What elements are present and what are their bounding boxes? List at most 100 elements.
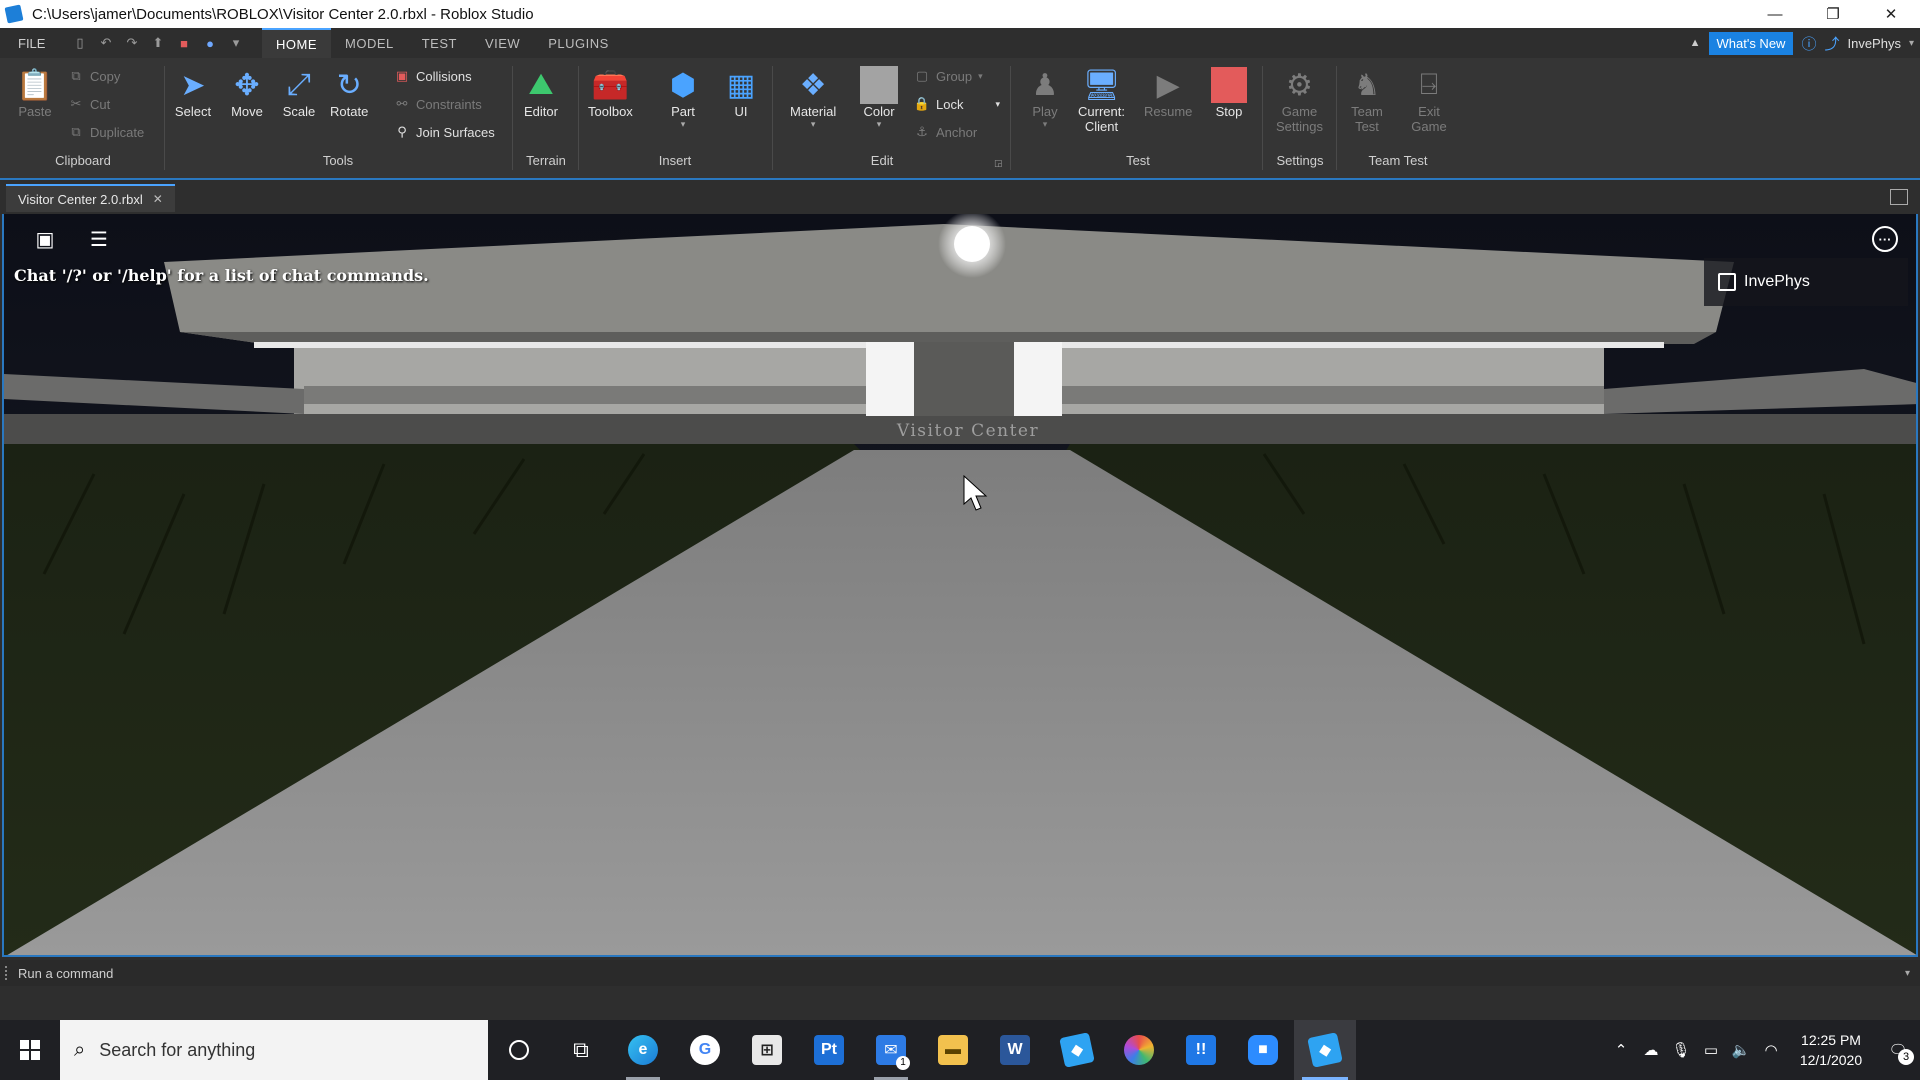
taskbar-search[interactable]: ⌕ Search for anything xyxy=(60,1020,488,1080)
player-list[interactable]: InvePhys xyxy=(1704,258,1908,306)
whats-new-button[interactable]: What's New xyxy=(1708,31,1794,55)
user-dropdown-icon[interactable]: ▾ xyxy=(1909,38,1914,49)
taskbar-mail[interactable]: ✉ 1 xyxy=(860,1020,922,1080)
join-surfaces-toggle[interactable]: ⚲ Join Surfaces xyxy=(394,124,495,140)
edit-settings-expand-icon[interactable]: ◲ xyxy=(994,158,1003,169)
scale-tool-button[interactable]: ⤢ Scale xyxy=(280,66,318,119)
taskbar-roblox-studio-active[interactable]: ◆ xyxy=(1294,1020,1356,1080)
select-cursor-icon: ➤ xyxy=(180,68,206,102)
user-menu[interactable]: InvePhys xyxy=(1847,36,1900,51)
taskbar-word[interactable]: W xyxy=(984,1020,1046,1080)
taskbar-chrome[interactable]: G xyxy=(674,1020,736,1080)
stop-button[interactable]: Stop xyxy=(1210,66,1248,119)
clock[interactable]: 12:25 PM 12/1/2020 xyxy=(1786,1030,1876,1070)
anchor-button[interactable]: ⚓ Anchor xyxy=(914,124,977,140)
more-options-button[interactable]: ··· xyxy=(1872,226,1898,252)
copy-button[interactable]: ⧉ Copy xyxy=(68,68,120,84)
help-icon[interactable]: ⓘ xyxy=(1801,33,1816,54)
taskbar-app-blue[interactable]: !! xyxy=(1170,1020,1232,1080)
onedrive-cloud-icon[interactable]: ☁ xyxy=(1636,1041,1666,1059)
terrain-editor-button[interactable]: ⛰ Editor xyxy=(522,66,560,119)
minimize-button[interactable]: — xyxy=(1746,0,1804,28)
tab-home[interactable]: HOME xyxy=(262,28,331,58)
team-create-icon[interactable]: ● xyxy=(202,35,218,51)
toolbox-button[interactable]: 🧰 Toolbox xyxy=(588,66,633,120)
ui-button[interactable]: ▦ UI xyxy=(722,66,760,120)
start-button[interactable] xyxy=(0,1020,60,1080)
stop-quick-icon[interactable]: ■ xyxy=(176,35,192,51)
rotate-tool-button[interactable]: ↻ Rotate xyxy=(330,66,368,120)
document-tab[interactable]: Visitor Center 2.0.rbxl ✕ xyxy=(6,184,175,212)
part-button[interactable]: ⬢ Part ▾ xyxy=(664,66,702,130)
roblox-menu-icon[interactable]: ▣ xyxy=(30,224,60,254)
ribbon-separator xyxy=(1336,66,1337,170)
lock-button[interactable]: 🔒 Lock ▾ xyxy=(914,96,1000,112)
command-bar[interactable]: Run a command ▾ xyxy=(0,960,1920,986)
group-button[interactable]: ▢ Group ▾ xyxy=(914,68,983,84)
play-button[interactable]: ♟ Play ▾ xyxy=(1026,66,1064,130)
play-figure-icon: ♟ xyxy=(1031,68,1059,102)
cut-icon: ✂ xyxy=(70,96,82,111)
material-dropdown-icon[interactable]: ▾ xyxy=(811,119,816,130)
undo-icon[interactable]: ↶ xyxy=(98,35,114,51)
taskbar-pt[interactable]: Pt xyxy=(798,1020,860,1080)
command-input[interactable]: Run a command xyxy=(18,966,113,981)
tab-plugins[interactable]: PLUGINS xyxy=(534,28,623,58)
battery-icon[interactable]: ▭ xyxy=(1696,1041,1726,1059)
tab-view[interactable]: VIEW xyxy=(471,28,534,58)
taskbar-zoom[interactable]: ■ xyxy=(1232,1020,1294,1080)
restore-button[interactable]: ❐ xyxy=(1804,0,1862,28)
player-name: InvePhys xyxy=(1744,273,1810,290)
move-arrows-icon: ✥ xyxy=(234,68,260,102)
command-bar-grip-icon[interactable] xyxy=(5,966,9,980)
move-tool-button[interactable]: ✥ Move xyxy=(228,66,266,120)
color-dropdown-icon[interactable]: ▾ xyxy=(877,119,882,130)
3d-viewport[interactable]: Visitor Center ▣ ☰ Chat '/?' or '/help' … xyxy=(2,214,1918,957)
new-file-icon[interactable]: ▯ xyxy=(72,35,88,51)
customize-dropdown-icon[interactable]: ▾ xyxy=(228,35,244,51)
exit-game-button[interactable]: ⍈ Exit Game xyxy=(1410,66,1448,134)
visitor-center-sign: Visitor Center xyxy=(896,421,1039,441)
redo-icon[interactable]: ↷ xyxy=(124,35,140,51)
maximize-viewport-icon[interactable] xyxy=(1890,189,1908,205)
task-view-button[interactable]: ⧉ xyxy=(550,1020,612,1080)
constraints-toggle[interactable]: ⚯ Constraints xyxy=(394,96,482,112)
play-dropdown-icon[interactable]: ▾ xyxy=(1043,119,1048,130)
command-history-dropdown-icon[interactable]: ▾ xyxy=(1905,968,1910,979)
file-menu[interactable]: FILE xyxy=(18,36,58,51)
microphone-icon[interactable]: 🎙 xyxy=(1666,1041,1696,1059)
collisions-toggle[interactable]: ▣ Collisions xyxy=(394,68,472,84)
select-tool-button[interactable]: ➤ Select xyxy=(174,66,212,120)
current-client-button[interactable]: 🖥 Current: Client xyxy=(1078,66,1125,135)
wifi-icon[interactable]: ◠ xyxy=(1756,1041,1786,1059)
chat-icon[interactable]: ☰ xyxy=(84,224,114,254)
paste-button[interactable]: 📋 Paste xyxy=(16,66,54,120)
clock-date: 12/1/2020 xyxy=(1799,1052,1863,1068)
team-test-button[interactable]: ♞ Team Test xyxy=(1348,66,1386,135)
taskbar-roblox-studio-pin[interactable]: ◆ xyxy=(1046,1020,1108,1080)
taskbar-file-explorer[interactable]: ▬ xyxy=(922,1020,984,1080)
entrance-light-left xyxy=(866,342,914,416)
part-dropdown-icon[interactable]: ▾ xyxy=(681,119,686,130)
tab-test[interactable]: TEST xyxy=(408,28,471,58)
resume-button[interactable]: ▶ Resume xyxy=(1144,66,1192,120)
show-hidden-icons-icon[interactable]: ⌃ xyxy=(1606,1041,1636,1059)
taskbar-app-colorful[interactable] xyxy=(1108,1020,1170,1080)
game-settings-button[interactable]: ⚙ Game Settings xyxy=(1276,66,1323,135)
taskbar-edge[interactable]: e xyxy=(612,1020,674,1080)
cut-button[interactable]: ✂ Cut xyxy=(68,96,111,112)
tab-model[interactable]: MODEL xyxy=(331,28,408,58)
publish-icon[interactable]: ⬆ xyxy=(150,35,166,51)
color-button[interactable]: Color ▾ xyxy=(860,66,898,130)
close-tab-icon[interactable]: ✕ xyxy=(153,192,163,206)
material-button[interactable]: ❖ Material ▾ xyxy=(790,66,836,130)
volume-icon[interactable]: 🔈 xyxy=(1726,1041,1756,1059)
action-center-button[interactable]: 🗨 3 xyxy=(1876,1041,1920,1065)
taskbar-store[interactable]: ⊞ xyxy=(736,1020,798,1080)
cortana-button[interactable] xyxy=(488,1020,550,1080)
collapse-ribbon-icon[interactable]: ▲ xyxy=(1690,37,1701,49)
close-window-button[interactable]: ✕ xyxy=(1862,0,1920,28)
ribbon-separator xyxy=(578,66,579,170)
duplicate-button[interactable]: ⧉ Duplicate xyxy=(68,124,144,140)
share-icon[interactable]: ⤴ xyxy=(1824,33,1839,54)
